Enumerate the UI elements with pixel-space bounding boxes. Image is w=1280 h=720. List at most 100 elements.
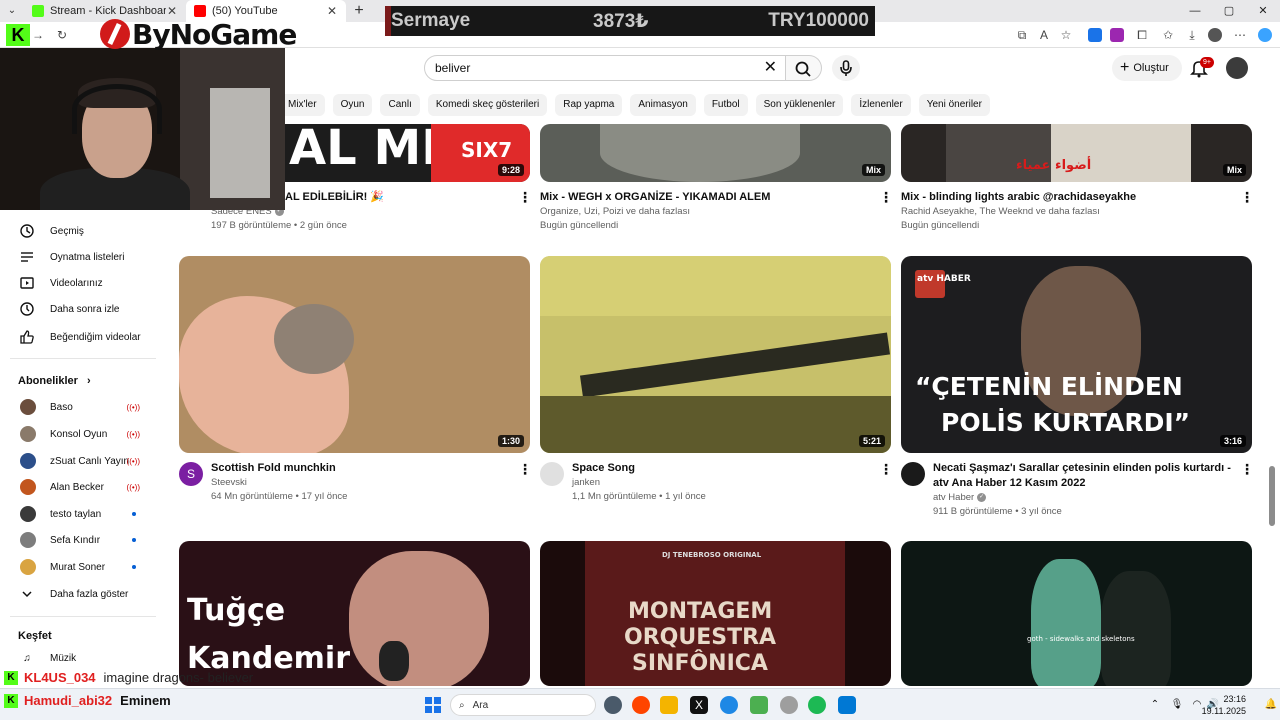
- video-thumbnail[interactable]: goth - sidewalks and skeletons: [901, 541, 1252, 686]
- more-actions-icon[interactable]: ⋮: [518, 190, 532, 204]
- extension-icon[interactable]: [1110, 28, 1124, 42]
- maximize-button[interactable]: ▢: [1212, 0, 1246, 22]
- search-input[interactable]: [435, 59, 755, 77]
- store-icon[interactable]: [750, 696, 768, 714]
- chip-new[interactable]: Yeni öneriler: [918, 94, 990, 116]
- windows-start-icon[interactable]: [424, 696, 442, 714]
- close-window-button[interactable]: ✕: [1246, 0, 1280, 22]
- sidebar-item-liked-videos[interactable]: Beğendiğim videolar: [10, 324, 156, 350]
- chip-football[interactable]: Futbol: [703, 94, 748, 116]
- chip-gaming[interactable]: Oyun: [332, 94, 373, 116]
- video-channel[interactable]: Rachid Aseyakhe, The Weeknd ve daha fazl…: [901, 205, 1221, 219]
- video-channel[interactable]: Organize, Uzi, Poizi ve daha fazlası: [540, 205, 860, 219]
- more-actions-icon[interactable]: ⋮: [879, 462, 893, 476]
- tab-actions-menu-icon[interactable]: ⌄: [4, 3, 20, 19]
- taskbar-search[interactable]: ⌕ Ara: [450, 694, 596, 716]
- app-icon[interactable]: [780, 696, 798, 714]
- favorite-star-icon[interactable]: ☆: [1058, 27, 1074, 43]
- show-more-button[interactable]: Daha fazla göster: [10, 581, 156, 607]
- sidebar-item-zsuat[interactable]: zSuat Canlı Yayın ((•)): [10, 448, 156, 474]
- video-title[interactable]: Necati Şaşmaz'ı Sarallar çetesinin elind…: [933, 461, 1233, 491]
- video-title[interactable]: Space Song: [572, 461, 862, 476]
- extension-icon[interactable]: [1088, 28, 1102, 42]
- more-actions-icon[interactable]: ⋮: [518, 462, 532, 476]
- sidebar-item-watch-later[interactable]: Daha sonra izle: [10, 296, 156, 322]
- favorites-icon[interactable]: ✩: [1160, 27, 1176, 43]
- reddit-icon[interactable]: [632, 696, 650, 714]
- chip-rap[interactable]: Rap yapma: [555, 94, 623, 116]
- x-app-icon[interactable]: X: [690, 696, 708, 714]
- more-actions-icon[interactable]: ⋮: [1240, 462, 1254, 476]
- copilot-icon[interactable]: [1258, 28, 1272, 42]
- new-tab-button[interactable]: +: [350, 2, 368, 20]
- sidebar-item-alan-becker[interactable]: Alan Becker ((•)): [10, 474, 156, 500]
- sidebar-item-label: Müzik: [50, 652, 77, 664]
- chip-animation[interactable]: Animasyon: [630, 94, 696, 116]
- chip-live[interactable]: Canlı: [380, 94, 420, 116]
- search-button[interactable]: [786, 55, 822, 81]
- voice-search-button[interactable]: [832, 55, 860, 81]
- video-title[interactable]: AL EDİLEBİLİR! 🎉: [285, 190, 505, 205]
- more-actions-icon[interactable]: ⋮: [1240, 190, 1254, 204]
- page-scrollbar-thumb[interactable]: [1269, 466, 1275, 526]
- video-channel[interactable]: atv Haber ✓: [933, 491, 1223, 505]
- read-aloud-icon[interactable]: A: [1036, 27, 1052, 43]
- taskbar-clock[interactable]: 23:16 19.11.2025: [1202, 693, 1246, 717]
- back-icon[interactable]: →: [30, 27, 46, 43]
- video-thumbnail[interactable]: Tuğçe Kandemir: [179, 541, 530, 686]
- search-box[interactable]: ✕: [424, 55, 786, 81]
- channel-avatar[interactable]: [901, 462, 925, 486]
- sidebar-item-music[interactable]: ♫ Müzik: [10, 645, 156, 671]
- subscriptions-heading[interactable]: Abonelikler ›: [18, 375, 91, 387]
- chip-comedy[interactable]: Komedi skeç gösterileri: [427, 94, 548, 116]
- sidebar-item-konsol-oyun[interactable]: Konsol Oyun ((•)): [10, 421, 156, 447]
- sidebar-item-testo-taylan[interactable]: testo taylan: [10, 501, 156, 527]
- minimize-button[interactable]: —: [1178, 0, 1212, 22]
- notifications-icon[interactable]: 🔔: [1262, 696, 1280, 714]
- live-indicator-icon: ((•)): [126, 429, 140, 439]
- microphone-icon[interactable]: 🎙: [1168, 696, 1186, 714]
- sidebar-item-sefa-kindir[interactable]: Sefa Kındır: [10, 527, 156, 553]
- sidebar-item-murat-soner[interactable]: Murat Soner: [10, 554, 156, 580]
- video-title[interactable]: Scottish Fold munchkin: [211, 461, 501, 476]
- page-scrollbar-track[interactable]: [1268, 124, 1276, 686]
- create-button[interactable]: + Oluştur: [1112, 55, 1182, 81]
- tab-close-icon[interactable]: ✕: [326, 4, 338, 18]
- sidebar-item-history[interactable]: Geçmiş: [10, 218, 156, 244]
- more-menu-icon[interactable]: ⋯: [1232, 27, 1248, 43]
- chip-recent[interactable]: Son yüklenenler: [755, 94, 844, 116]
- video-thumbnail[interactable]: Mix: [540, 124, 891, 182]
- video-thumbnail[interactable]: 1:30: [179, 256, 530, 453]
- more-actions-icon[interactable]: ⋮: [879, 190, 893, 204]
- channel-avatar[interactable]: [540, 462, 564, 486]
- microphone-icon: [840, 60, 852, 76]
- downloads-icon[interactable]: ⤓: [1184, 27, 1200, 43]
- video-thumbnail[interactable]: أضواء عمياء Mix: [901, 124, 1252, 182]
- bynogame-mark-icon: [100, 19, 130, 49]
- video-title[interactable]: Mix - blinding lights arabic @rachidasey…: [901, 190, 1221, 205]
- video-channel[interactable]: Steevski: [211, 476, 501, 490]
- edge-browser-icon[interactable]: [720, 696, 738, 714]
- settings-gear-icon[interactable]: [604, 696, 622, 714]
- tray-chevron-up-icon[interactable]: ⌃: [1146, 696, 1164, 714]
- sidebar-item-playlists[interactable]: Oynatma listeleri: [10, 244, 156, 270]
- sidebar-item-your-videos[interactable]: Videolarınız: [10, 270, 156, 296]
- open-in-app-icon[interactable]: ⧉: [1014, 27, 1030, 43]
- extensions-puzzle-icon[interactable]: ⧠: [1134, 27, 1150, 43]
- spotify-icon[interactable]: [808, 696, 826, 714]
- clear-search-icon[interactable]: ✕: [764, 59, 777, 77]
- video-thumbnail[interactable]: atv HABER “ÇETENİN ELİNDEN POLİS KURTARD…: [901, 256, 1252, 453]
- app-icon[interactable]: [838, 696, 856, 714]
- file-explorer-icon[interactable]: [660, 696, 678, 714]
- account-avatar[interactable]: [1226, 57, 1248, 79]
- sidebar-item-baso[interactable]: Baso ((•)): [10, 394, 156, 420]
- chip-watched[interactable]: İzlenenler: [851, 94, 911, 116]
- channel-avatar[interactable]: S: [179, 462, 203, 486]
- refresh-icon[interactable]: ↻: [54, 27, 70, 43]
- video-thumbnail[interactable]: 5:21: [540, 256, 891, 453]
- video-channel[interactable]: janken: [572, 476, 862, 490]
- video-title[interactable]: Mix - WEGH x ORGANİZE - YIKAMADI ALEM: [540, 190, 860, 205]
- profile-avatar-icon[interactable]: [1208, 28, 1222, 42]
- video-thumbnail[interactable]: DJ TENEBROSO ORIGINAL MONTAGEM ORQUESTRA…: [540, 541, 891, 686]
- chip-mixes[interactable]: Mix'ler: [280, 94, 325, 116]
